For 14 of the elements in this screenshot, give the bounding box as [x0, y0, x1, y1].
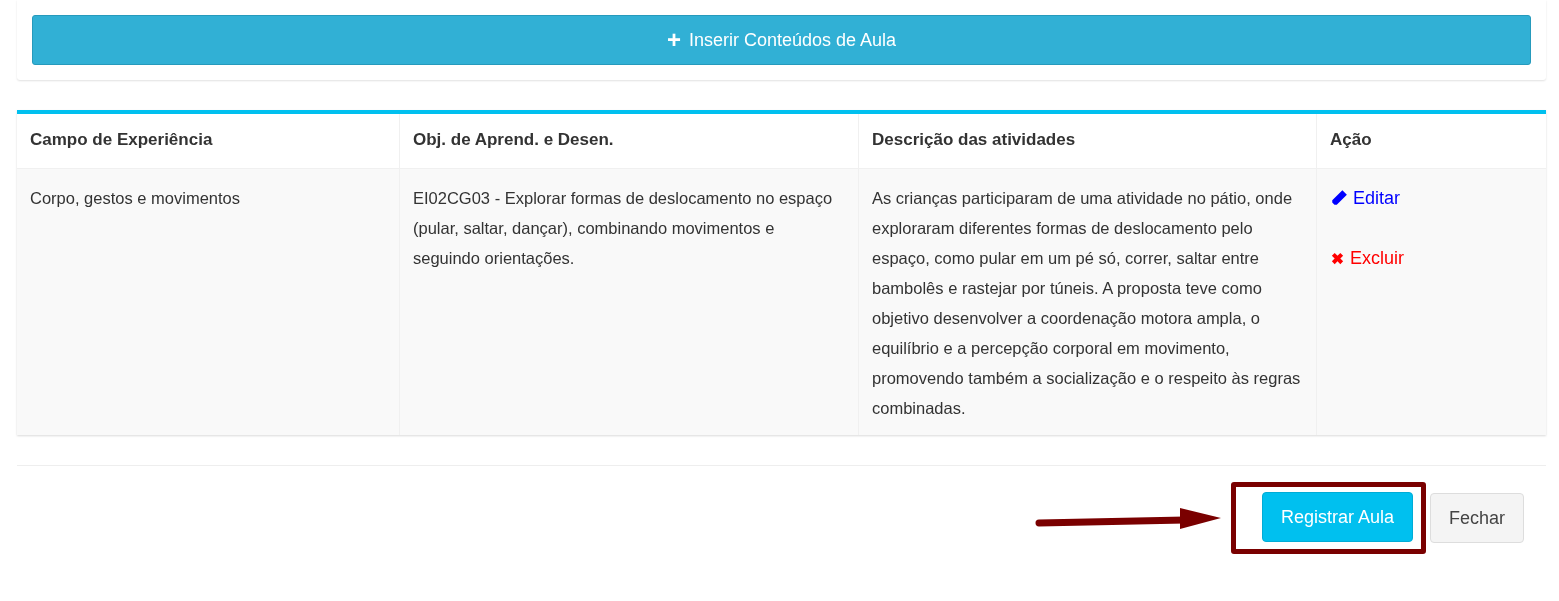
edit-link[interactable]: Editar — [1330, 183, 1401, 213]
column-header: Campo de Experiência — [17, 114, 399, 169]
pencil-icon — [1330, 189, 1348, 207]
close-icon — [1330, 250, 1345, 266]
register-button[interactable]: Registrar Aula — [1261, 492, 1413, 542]
delete-link[interactable]: Excluir — [1330, 243, 1404, 273]
column-header: Descrição das atividades — [858, 114, 1316, 169]
close-button[interactable]: Fechar — [1429, 493, 1524, 543]
table-cell: EI02CG03 - Explorar formas de deslocamento no espaço (pular, saltar, dançar), combinando movimentos e seguindo orientações. — [399, 169, 858, 435]
column-header: Ação — [1316, 114, 1546, 169]
column-header: Obj. de Aprend. e Desen. — [399, 114, 858, 169]
table-cell: As crianças participaram de uma atividade no pátio, onde exploraram diferentes formas de deslocamento pelo espaço, como pular em um pé só, correr, saltar entre bambolês e rastejar por túneis. A proposta teve como objetivo desenvolver a coordenação motora ampla, o equilíbrio e a percepção corporal em movimento, promovendo também a socialização e o respeito às regras combinadas. — [858, 169, 1316, 435]
insert-content-button[interactable]: + Inserir Conteúdos de Aula — [32, 15, 1531, 65]
table-cell: Corpo, gestos e movimentos — [17, 169, 399, 435]
